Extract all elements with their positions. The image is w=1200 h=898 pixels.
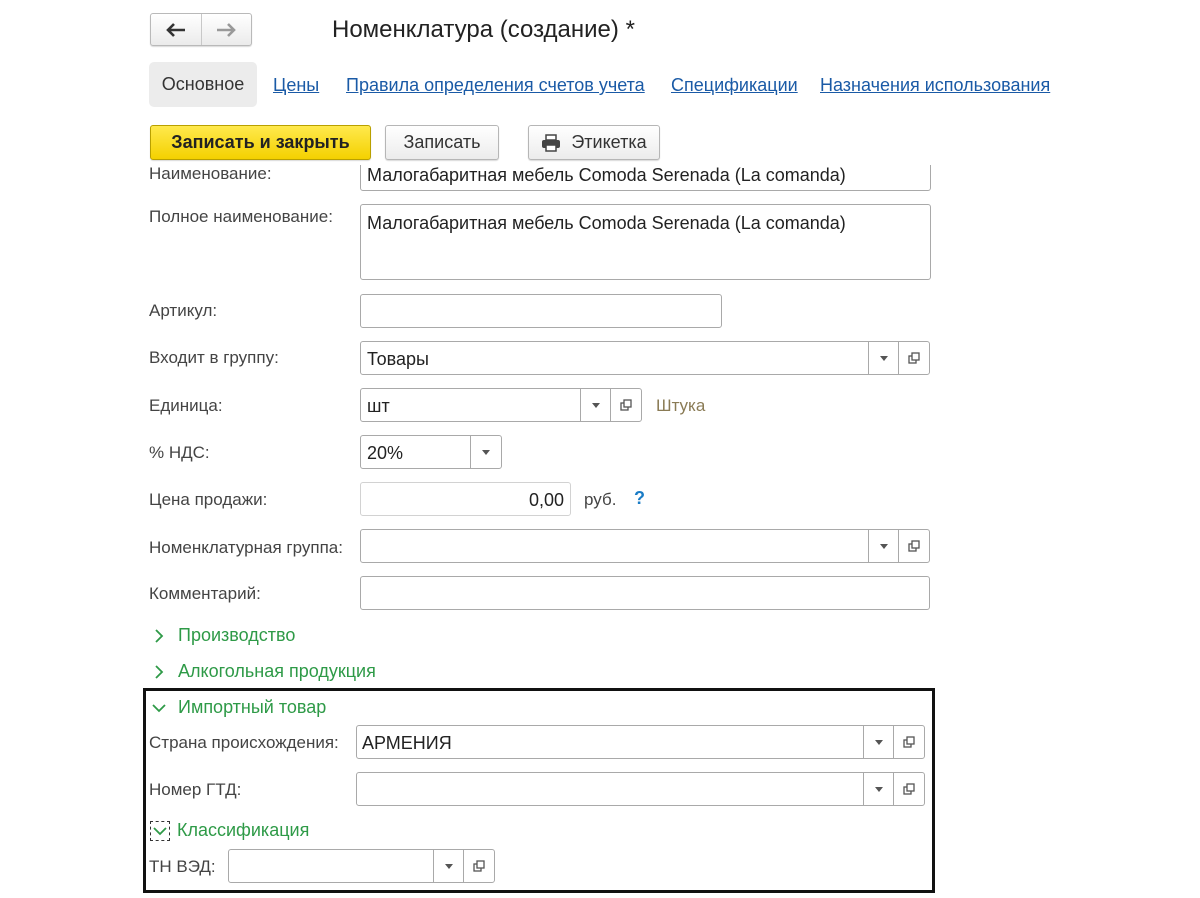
tab-main[interactable]: Основное bbox=[149, 62, 257, 107]
chevron-down-icon bbox=[152, 703, 166, 712]
open-window-icon bbox=[903, 783, 915, 795]
chevron-down-icon bbox=[880, 543, 888, 549]
tnved-label: ТН ВЭД: bbox=[149, 857, 216, 876]
section-alcohol[interactable]: Алкогольная продукция bbox=[152, 661, 376, 682]
arrow-right-icon bbox=[217, 22, 237, 37]
nomenclature-group-open-button[interactable] bbox=[898, 530, 929, 562]
chevron-down-icon bbox=[482, 449, 490, 455]
article-input[interactable] bbox=[360, 294, 722, 328]
country-select[interactable]: АРМЕНИЯ bbox=[356, 725, 925, 759]
name-label: Наименование: bbox=[149, 165, 272, 183]
unit-label: Единица: bbox=[149, 396, 223, 415]
unit-select[interactable]: шт bbox=[360, 388, 642, 422]
price-currency: руб. bbox=[584, 490, 617, 509]
gtd-dropdown-button[interactable] bbox=[863, 773, 894, 805]
nomenclature-group-label: Номенклатурная группа: bbox=[149, 538, 343, 557]
open-window-icon bbox=[908, 352, 920, 364]
price-label: Цена продажи: bbox=[149, 490, 268, 509]
chevron-right-icon bbox=[155, 664, 164, 679]
tab-specifications[interactable]: Спецификации bbox=[671, 75, 798, 96]
full-name-value: Малогабаритная мебель Comoda Serenada (L… bbox=[367, 213, 846, 233]
tnved-select[interactable] bbox=[228, 849, 495, 883]
unit-value: шт bbox=[367, 396, 390, 416]
chevron-down-icon bbox=[592, 402, 600, 408]
navigation-buttons bbox=[150, 13, 252, 46]
nomenclature-group-select[interactable] bbox=[360, 529, 930, 563]
tnved-dropdown-button[interactable] bbox=[433, 850, 464, 882]
tnved-open-button[interactable] bbox=[463, 850, 494, 882]
name-field[interactable]: Малогабаритная мебель Comoda Serenada (L… bbox=[360, 165, 931, 191]
vat-value: 20% bbox=[367, 443, 404, 463]
save-and-close-button[interactable]: Записать и закрыть bbox=[150, 125, 371, 160]
chevron-down-icon bbox=[875, 739, 883, 745]
chevron-right-icon bbox=[155, 628, 164, 643]
unit-dropdown-button[interactable] bbox=[580, 389, 611, 421]
gtd-label: Номер ГТД: bbox=[149, 780, 242, 799]
section-production[interactable]: Производство bbox=[152, 625, 295, 646]
chevron-down-icon bbox=[875, 786, 883, 792]
open-window-icon bbox=[620, 399, 632, 411]
gtd-open-button[interactable] bbox=[893, 773, 924, 805]
country-value: АРМЕНИЯ bbox=[362, 733, 452, 753]
group-dropdown-button[interactable] bbox=[868, 342, 899, 374]
group-open-button[interactable] bbox=[898, 342, 929, 374]
tab-usage[interactable]: Назначения использования bbox=[820, 75, 1050, 96]
open-window-icon bbox=[908, 540, 920, 552]
name-value: Малогабаритная мебель Comoda Serenada (L… bbox=[367, 165, 846, 185]
section-classification-label: Классификация bbox=[177, 820, 310, 840]
open-window-icon bbox=[903, 736, 915, 748]
arrow-left-icon bbox=[165, 22, 185, 37]
group-label: Входит в группу: bbox=[149, 348, 279, 367]
tab-prices[interactable]: Цены bbox=[273, 75, 319, 96]
section-alcohol-label: Алкогольная продукция bbox=[178, 661, 376, 681]
section-classification[interactable]: Классификация bbox=[150, 820, 309, 841]
price-value: 0,00 bbox=[528, 490, 564, 510]
vat-select[interactable]: 20% bbox=[360, 435, 502, 469]
back-button[interactable] bbox=[151, 14, 201, 45]
country-open-button[interactable] bbox=[893, 726, 924, 758]
nomenclature-group-dropdown-button[interactable] bbox=[868, 530, 899, 562]
vat-label: % НДС: bbox=[149, 443, 210, 462]
section-production-label: Производство bbox=[178, 625, 296, 645]
unit-hint: Штука bbox=[656, 396, 706, 415]
article-label: Артикул: bbox=[149, 301, 218, 320]
chevron-down-icon bbox=[880, 355, 888, 361]
gtd-select[interactable] bbox=[356, 772, 925, 806]
print-label-text: Этикетка bbox=[571, 132, 647, 152]
chevron-down-icon bbox=[445, 863, 453, 869]
help-icon[interactable]: ? bbox=[634, 488, 645, 509]
forward-button[interactable] bbox=[200, 14, 252, 45]
vat-dropdown-button[interactable] bbox=[470, 436, 501, 468]
section-imported[interactable]: Импортный товар bbox=[151, 697, 326, 718]
tab-account-rules[interactable]: Правила определения счетов учета bbox=[346, 75, 645, 96]
full-name-label: Полное наименование: bbox=[149, 207, 333, 226]
section-imported-label: Импортный товар bbox=[178, 697, 327, 717]
comment-input[interactable] bbox=[360, 576, 930, 610]
price-input[interactable]: 0,00 bbox=[360, 482, 571, 516]
print-label-button[interactable]: Этикетка bbox=[528, 125, 660, 160]
page-title: Номенклатура (создание) * bbox=[332, 16, 635, 43]
group-select[interactable]: Товары bbox=[360, 341, 930, 375]
country-dropdown-button[interactable] bbox=[863, 726, 894, 758]
open-window-icon bbox=[473, 860, 485, 872]
comment-label: Комментарий: bbox=[149, 584, 261, 603]
unit-open-button[interactable] bbox=[610, 389, 641, 421]
printer-icon bbox=[542, 133, 561, 152]
full-name-textarea[interactable]: Малогабаритная мебель Comoda Serenada (L… bbox=[360, 204, 931, 280]
chevron-down-icon bbox=[150, 820, 170, 841]
save-button[interactable]: Записать bbox=[385, 125, 499, 160]
group-value: Товары bbox=[367, 349, 429, 369]
country-label: Страна происхождения: bbox=[149, 733, 339, 752]
